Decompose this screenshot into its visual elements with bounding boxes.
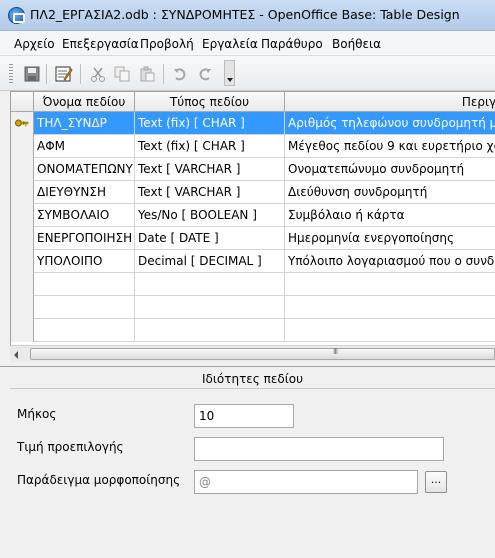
table-row[interactable]: ΟΝΟΜΑΤΕΠΩΝΥΜ Text [ VARCHAR ] Ονοματεπών… [11,158,495,181]
field-type-cell[interactable] [135,319,285,341]
toolbar-separator [163,64,164,84]
description-cell[interactable]: Ημερομηνία ενεργοποίησης [285,227,495,249]
format-example-label: Παράδειγμα μορφοποίησης [17,473,181,487]
description-cell[interactable]: Μέγεθος πεδίου 9 και ευρετήριο χωρίς [285,135,495,157]
row-selector[interactable] [11,227,34,250]
length-label: Μήκος [17,407,57,421]
window-title: ΠΛ2_ΕΡΓΑΣΙΑ2.odb : ΣΥΝΔΡΟΜΗΤΕΣ - OpenOff… [30,7,460,22]
scrollbar-thumb[interactable] [30,347,495,360]
row-selector[interactable] [11,135,34,158]
row-selector[interactable] [11,273,34,296]
horizontal-scrollbar[interactable] [10,345,495,362]
column-header-description[interactable]: Περιγραφή [285,92,495,112]
column-header-field-name[interactable]: Όνομα πεδίου [34,92,135,112]
toolbar-overflow-dropdown[interactable] [224,60,235,86]
row-selector[interactable] [11,204,34,227]
table-row-empty[interactable] [11,296,495,319]
default-value-field[interactable] [194,437,444,461]
paste-icon[interactable] [137,64,157,84]
field-type-cell[interactable]: Text (fix) [ CHAR ] [135,112,285,134]
copy-icon[interactable] [112,64,132,84]
redo-icon[interactable] [195,64,215,84]
field-name-cell[interactable]: ΟΝΟΜΑΤΕΠΩΝΥΜ [34,158,135,180]
field-name-cell[interactable] [34,296,135,318]
description-cell[interactable] [285,273,495,295]
toolbar [0,56,495,91]
row-selector[interactable] [11,296,34,319]
length-field[interactable]: 10 [194,404,294,428]
row-selector[interactable] [11,250,34,273]
openoffice-base-icon [8,7,25,24]
field-type-cell[interactable]: Text (fix) [ CHAR ] [135,135,285,157]
field-name-cell[interactable]: ΕΝΕΡΓΟΠΟΙΗΣΗ [34,227,135,249]
table-row[interactable]: ΥΠΟΛΟΙΠΟ Decimal [ DECIMAL ] Υπόλοιπο λο… [11,250,495,273]
description-cell[interactable]: Διεύθυνση συνδρομητή [285,181,495,203]
format-options-button[interactable]: ... [425,471,447,493]
field-type-cell[interactable]: Decimal [ DECIMAL ] [135,250,285,272]
description-cell[interactable]: Ονοματεπώνυμο συνδρομητή [285,158,495,180]
format-example-field[interactable]: @ [194,470,418,494]
field-type-cell[interactable] [135,296,285,318]
menu-view[interactable]: Προβολή [140,37,194,51]
description-cell[interactable]: Αριθμός τηλεφώνου συνδρομητή με μ [285,112,495,134]
field-name-cell[interactable]: ΔΙΕΥΘΥΝΣΗ [34,181,135,203]
table-row[interactable]: ΣΥΜΒΟΛΑΙΟ Yes/No [ BOOLEAN ] Συμβόλαιο ή… [11,204,495,227]
description-cell[interactable] [285,296,495,318]
grid-header: Όνομα πεδίου Τύπος πεδίου Περιγραφή [11,92,495,112]
default-value-label: Τιμή προεπιλογής [17,440,124,454]
undo-icon[interactable] [170,64,190,84]
menu-help[interactable]: Βοήθεια [332,37,381,51]
menu-file[interactable]: Αρχείο [14,37,55,51]
field-type-cell[interactable]: Text [ VARCHAR ] [135,158,285,180]
row-selector[interactable] [11,158,34,181]
row-header-corner [11,92,34,112]
table-row[interactable]: ΤΗΛ_ΣΥΝΔΡ Text (fix) [ CHAR ] Αριθμός τη… [11,112,495,135]
table-row[interactable]: ΑΦΜ Text (fix) [ CHAR ] Μέγεθος πεδίου 9… [11,135,495,158]
cut-icon[interactable] [88,64,108,84]
field-type-cell[interactable] [135,273,285,295]
description-cell[interactable] [285,319,495,341]
column-header-field-type[interactable]: Τύπος πεδίου [135,92,285,112]
table-row[interactable]: ΕΝΕΡΓΟΠΟΙΗΣΗ Date [ DATE ] Ημερομηνία εν… [11,227,495,250]
toolbar-separator [46,64,47,84]
field-name-cell[interactable] [34,319,135,341]
save-icon[interactable] [22,64,42,84]
title-bar: ΠΛ2_ΕΡΓΑΣΙΑ2.odb : ΣΥΝΔΡΟΜΗΤΕΣ - OpenOff… [0,0,495,31]
table-design-grid: Όνομα πεδίου Τύπος πεδίου Περιγραφή ΤΗΛ_… [10,91,495,345]
table-row[interactable]: ΔΙΕΥΘΥΝΣΗ Text [ VARCHAR ] Διεύθυνση συν… [11,181,495,204]
menu-window[interactable]: Παράθυρο [261,37,323,51]
field-name-cell[interactable] [34,273,135,295]
field-name-cell[interactable]: ΤΗΛ_ΣΥΝΔΡ [34,112,135,134]
toolbar-grip[interactable] [9,64,13,84]
menu-bar: Αρχείο Επεξεργασία Προβολή Εργαλεία Παρά… [0,31,495,56]
edit-icon[interactable] [54,64,74,84]
field-name-cell[interactable]: ΥΠΟΛΟΙΠΟ [34,250,135,272]
menu-edit[interactable]: Επεξεργασία [62,37,139,51]
field-properties-pane: Ιδιότητες πεδίου Μήκος 10 Τιμή προεπιλογ… [0,367,495,558]
table-row-empty[interactable] [11,319,495,342]
primary-key-icon [15,119,29,127]
description-cell[interactable]: Συμβόλαιο ή κάρτα [285,204,495,226]
toolbar-separator [80,64,81,84]
field-type-cell[interactable]: Text [ VARCHAR ] [135,181,285,203]
field-type-cell[interactable]: Yes/No [ BOOLEAN ] [135,204,285,226]
field-name-cell[interactable]: ΑΦΜ [34,135,135,157]
row-selector[interactable] [11,112,34,135]
description-cell[interactable]: Υπόλοιπο λογαριασμού που ο συνδρομ [285,250,495,272]
scroll-left-icon[interactable] [14,351,18,359]
row-selector[interactable] [11,181,34,204]
field-name-cell[interactable]: ΣΥΜΒΟΛΑΙΟ [34,204,135,226]
field-type-cell[interactable]: Date [ DATE ] [135,227,285,249]
table-row-empty[interactable] [11,273,495,296]
row-selector[interactable] [11,319,34,342]
field-properties-title: Ιδιότητες πεδίου [10,367,495,389]
menu-tools[interactable]: Εργαλεία [202,37,258,51]
